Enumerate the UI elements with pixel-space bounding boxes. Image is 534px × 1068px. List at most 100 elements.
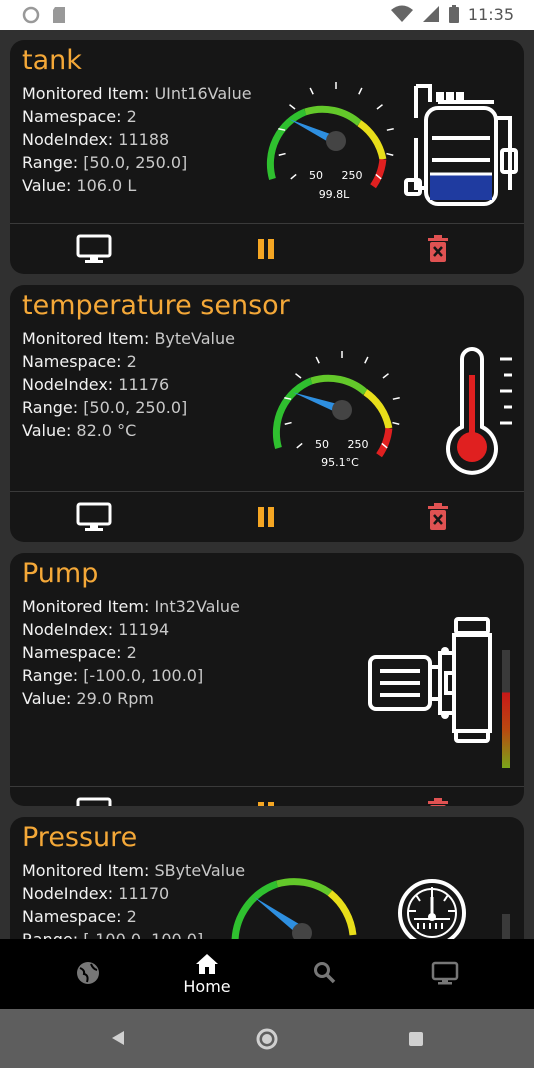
field-node-index: NodeIndex: 11188 (22, 130, 170, 149)
delete-button[interactable] (418, 500, 458, 534)
home-icon (196, 953, 218, 974)
field-namespace: Namespace: 2 (22, 352, 137, 371)
gauge-reading: 95.1°C (321, 456, 359, 469)
monitor-button[interactable] (74, 232, 114, 266)
field-node-index: NodeIndex: 11194 (22, 620, 170, 639)
monitor-card-tank[interactable]: tank Monitored Item: UInt16Value Namespa… (10, 40, 524, 274)
nav-search[interactable] (265, 939, 385, 1009)
monitor-button[interactable] (74, 500, 114, 534)
back-icon[interactable] (110, 1029, 126, 1047)
card-list[interactable]: tank Monitored Item: UInt16Value Namespa… (0, 30, 534, 939)
pause-icon (258, 802, 274, 806)
field-node-index: NodeIndex: 11176 (22, 375, 170, 394)
trash-icon (428, 235, 448, 262)
field-monitored-item: Monitored Item: SByteValue (22, 861, 246, 880)
gauge-tick (364, 356, 369, 364)
bottom-nav: Home (0, 939, 534, 1009)
thermometer-icon (446, 347, 512, 475)
field-range: Range: [-100.0, 100.0] (22, 666, 204, 685)
card-title: temperature sensor (22, 290, 290, 321)
field-value: Value: 29.0 Rpm (22, 689, 154, 708)
monitor-card-pressure[interactable]: Pressure Monitored Item: SByteValue Node… (10, 817, 524, 939)
gauge-tick (290, 173, 297, 180)
delete-button[interactable] (418, 232, 458, 266)
field-range: Range: [50.0, 250.0] (22, 398, 188, 417)
gauge-tick (358, 87, 363, 95)
monitor-icon (76, 502, 112, 531)
gauge-tick (376, 104, 383, 110)
home-circle-icon[interactable] (255, 1027, 279, 1051)
battery-icon (448, 5, 459, 23)
monitor-icon (431, 961, 459, 985)
gauge-tick (386, 127, 394, 131)
gauge-hub (326, 131, 346, 151)
sd-card-icon (53, 7, 65, 23)
level-bar (502, 650, 510, 768)
tank-liquid (430, 174, 492, 200)
nav-label-home: Home (183, 976, 231, 996)
wifi-icon (390, 5, 413, 22)
field-range: Range: [-100.0, 100.0] (22, 930, 203, 939)
gauge-tick (278, 152, 286, 157)
card-title: Pump (22, 558, 99, 589)
monitor-button[interactable] (74, 795, 114, 806)
tank-gauge: 50 250 99.8L (266, 82, 394, 201)
field-namespace: Namespace: 2 (22, 907, 137, 926)
globe-icon (77, 962, 99, 984)
status-bar: 11:35 (0, 0, 534, 30)
monitor-card-temperature-sensor[interactable]: temperature sensor Monitored Item: ByteV… (10, 285, 524, 542)
pump-icon (368, 617, 492, 743)
monitor-card-pump[interactable]: Pump Monitored Item: Int32Value NodeInde… (10, 553, 524, 806)
field-value: Value: 82.0 °C (22, 421, 137, 440)
gauge-tick (315, 356, 320, 364)
gauge-max-label: 250 (342, 169, 363, 182)
nav-globe[interactable] (28, 939, 148, 1009)
pressure-gauge-icon (398, 879, 466, 939)
field-range: Range: [50.0, 250.0] (22, 153, 188, 172)
trash-icon (428, 798, 448, 806)
pause-button[interactable] (246, 500, 286, 534)
gauge-max-label: 250 (348, 438, 369, 451)
monitor-icon (76, 797, 112, 806)
temperature-gauge: 50 250 95.1°C (272, 351, 400, 469)
gauge-ticks (278, 82, 394, 180)
tank-icon (404, 84, 518, 206)
signal-icon (422, 6, 439, 22)
gauge-min-label: 50 (315, 438, 329, 451)
field-monitored-item: Monitored Item: Int32Value (22, 597, 240, 616)
pause-button[interactable] (246, 232, 286, 266)
card-actions (10, 224, 524, 274)
gauge-tick (386, 152, 394, 157)
gauge-tick (284, 421, 292, 426)
pressure-gauge (231, 878, 357, 939)
pause-icon (258, 507, 274, 527)
search-icon (314, 962, 336, 984)
card-title: tank (22, 45, 82, 76)
level-fill (502, 692, 510, 768)
recents-icon[interactable] (408, 1031, 424, 1047)
nav-home[interactable]: Home (147, 939, 267, 1009)
delete-button[interactable] (418, 795, 458, 806)
field-namespace: Namespace: 2 (22, 643, 137, 662)
trash-icon (428, 503, 448, 530)
field-node-index: NodeIndex: 11170 (22, 884, 170, 903)
monitor-icon (76, 234, 112, 263)
card-title: Pressure (22, 822, 138, 853)
gauge-tick (296, 442, 303, 449)
nav-monitor[interactable] (385, 939, 505, 1009)
card-actions (10, 492, 524, 542)
gauge-min-label: 50 (309, 169, 323, 182)
field-value: Value: 106.0 L (22, 176, 137, 195)
gauge-tick (392, 396, 400, 400)
field-monitored-item: Monitored Item: ByteValue (22, 329, 235, 348)
pause-icon (258, 239, 274, 259)
gauge-tick (295, 373, 302, 379)
gauge-hub (332, 400, 352, 420)
status-time: 11:35 (467, 4, 514, 24)
level-bar (502, 914, 510, 939)
gauge-tick (382, 373, 389, 379)
field-monitored-item: Monitored Item: UInt16Value (22, 84, 252, 103)
pause-button[interactable] (246, 795, 286, 806)
gauge-reading: 99.8L (319, 188, 350, 201)
gauge-tick (392, 421, 400, 426)
